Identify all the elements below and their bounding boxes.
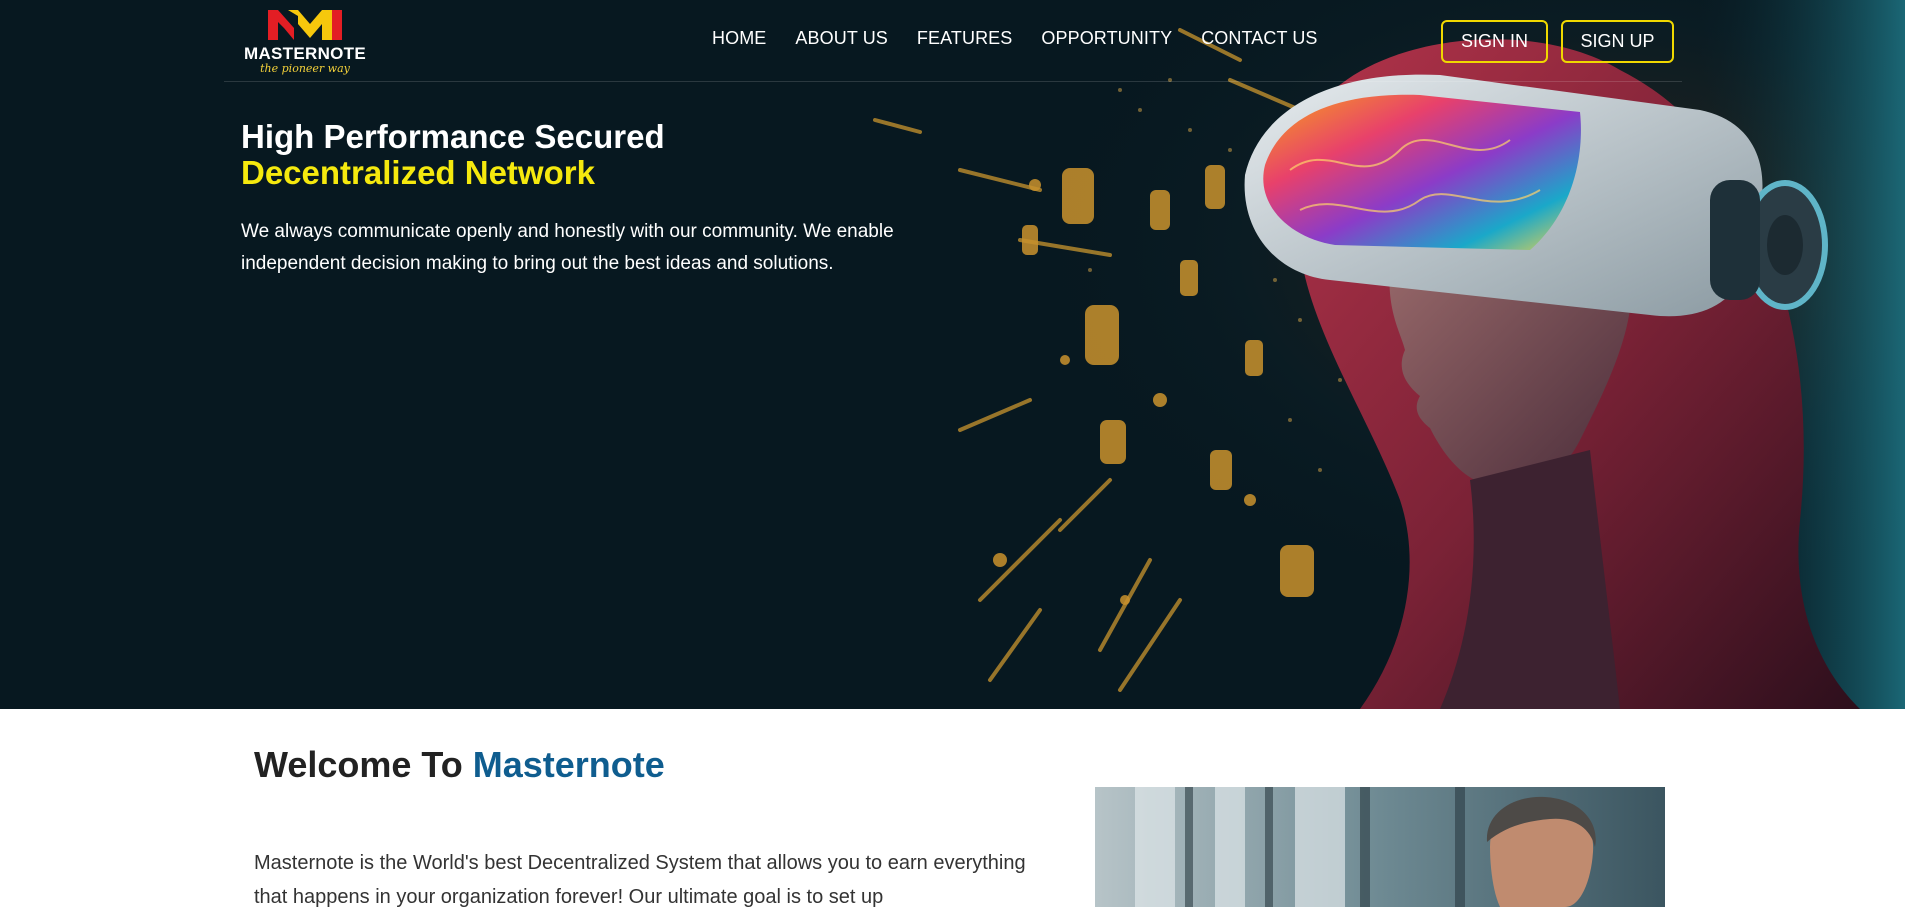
nav-features[interactable]: FEATURES [917, 28, 1012, 49]
hero-title: High Performance Secured Decentralized N… [241, 119, 665, 191]
hero-title-line1: High Performance Secured [241, 118, 665, 155]
nav-links: HOME ABOUT US FEATURES OPPORTUNITY CONTA… [712, 28, 1347, 49]
top-navbar: MASTERNOTE the pioneer way HOME ABOUT US… [224, 0, 1682, 82]
logo-tagline: the pioneer way [260, 62, 350, 75]
hero-section: MASTERNOTE the pioneer way HOME ABOUT US… [0, 0, 1905, 709]
logo-name: MASTERNOTE [244, 44, 366, 63]
welcome-title: Welcome To Masternote [254, 744, 665, 786]
welcome-text: Masternote is the World's best Decentral… [254, 852, 1026, 907]
masternote-logo[interactable]: MASTERNOTE the pioneer way [238, 6, 372, 78]
logo-mark-icon [268, 10, 342, 40]
hero-title-line2: Decentralized Network [241, 154, 595, 191]
nav-about-us[interactable]: ABOUT US [795, 28, 888, 49]
hero-description: We always communicate openly and honestl… [241, 221, 894, 274]
sign-in-button[interactable]: SIGN IN [1441, 20, 1548, 63]
nav-contact-us[interactable]: CONTACT US [1201, 28, 1317, 49]
welcome-title-prefix: Welcome To [254, 744, 473, 785]
sign-up-button[interactable]: SIGN UP [1561, 20, 1674, 63]
nav-home[interactable]: HOME [712, 28, 766, 49]
businessman-photo [1095, 787, 1665, 907]
welcome-title-brand: Masternote [472, 744, 665, 785]
hero-vr-illustration [0, 0, 1905, 709]
nav-opportunity[interactable]: OPPORTUNITY [1041, 28, 1172, 49]
